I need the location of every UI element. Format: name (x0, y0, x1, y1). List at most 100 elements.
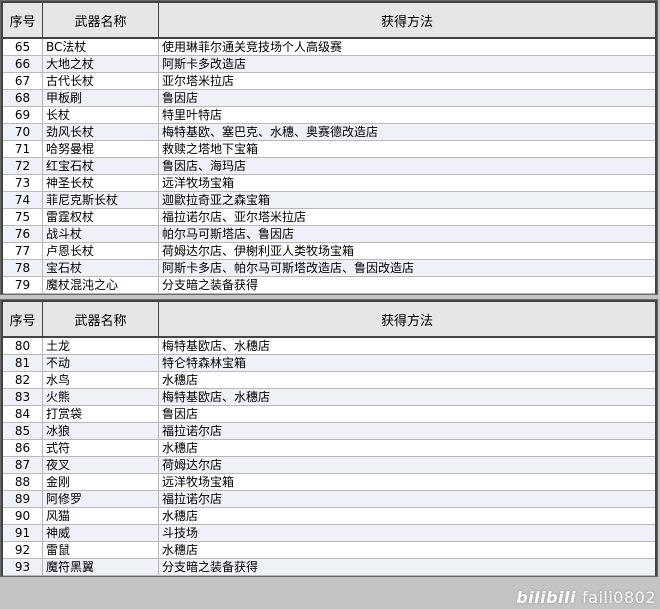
cell-name: 夜叉 (43, 457, 159, 473)
cell-name: 阿修罗 (43, 491, 159, 507)
cell-name: 土龙 (43, 338, 159, 354)
header-no: 序号 (3, 302, 43, 336)
table-row: 70 劲风长杖 梅特基欧、塞巴克、水穗、奥赛德改造店 (3, 124, 655, 141)
cell-name: 神圣长杖 (43, 175, 159, 191)
table-row: 89 阿修罗 福拉诺尔店 (3, 491, 655, 508)
cell-method: 水穗店 (162, 373, 199, 387)
cell-name: 不动 (43, 355, 159, 371)
cell-no: 65 (3, 39, 43, 55)
cell-method: 斗技场 (162, 526, 199, 540)
cell-name: 宝石杖 (43, 260, 159, 276)
header-method: 获得方法 (380, 14, 433, 30)
cell-method: 福拉诺尔店 (162, 492, 223, 506)
cell-method: 特仑特森林宝箱 (162, 356, 247, 370)
cell-no: 77 (3, 243, 43, 259)
cell-name: 雷鼠 (43, 542, 159, 558)
cell-no: 81 (3, 355, 43, 371)
table-row: 83 火熊 梅特基欧店、水穗店 (3, 389, 655, 406)
cell-name: 风猫 (43, 508, 159, 524)
cell-name: 大地之杖 (43, 56, 159, 72)
header-name: 武器名称 (43, 302, 159, 336)
table-row: 82 水鸟 水穗店 (3, 372, 655, 389)
table-row: 84 打赏袋 鲁因店 (3, 406, 655, 423)
watermark: bilibili faili0802 (516, 588, 656, 607)
table-row: 92 雷鼠 水穗店 (3, 542, 655, 559)
table-row: 90 风猫 水穗店 (3, 508, 655, 525)
cell-name: 卢恩长杖 (43, 243, 159, 259)
table-row: 68 甲板刷 鲁因店 (3, 90, 655, 107)
cell-method: 救赎之塔地下宝箱 (162, 142, 259, 156)
cell-no: 72 (3, 158, 43, 174)
cell-no: 66 (3, 56, 43, 72)
cell-no: 90 (3, 508, 43, 524)
cell-method: 阿斯卡多店、帕尔马可斯塔改造店、鲁因改造店 (162, 261, 415, 275)
cell-name: 魔杖混沌之心 (43, 277, 159, 293)
table-row: 79 魔杖混沌之心 分支暗之装备获得 (3, 277, 655, 294)
cell-method: 水穗店 (162, 543, 199, 557)
cell-name: 长杖 (43, 107, 159, 123)
table-header: 序号 武器名称 获得方法 (1, 300, 657, 338)
table-row: 74 菲尼克斯长杖 迦歐拉奇亚之森宝箱 (3, 192, 655, 209)
cell-method: 梅特基欧店、水穗店 (162, 339, 271, 353)
cell-method: 水穗店 (162, 441, 199, 455)
bilibili-logo: bilibili (516, 588, 576, 607)
table-row: 73 神圣长杖 远洋牧场宝箱 (3, 175, 655, 192)
cell-no: 88 (3, 474, 43, 490)
cell-no: 73 (3, 175, 43, 191)
cell-no: 74 (3, 192, 43, 208)
table-row: 91 神威 斗技场 (3, 525, 655, 542)
table-row: 76 战斗杖 帕尔马可斯塔店、鲁因店 (3, 226, 655, 243)
cell-name: 菲尼克斯长杖 (43, 192, 159, 208)
cell-name: 甲板刷 (43, 90, 159, 106)
cell-name: 冰狼 (43, 423, 159, 439)
table-row: 86 式符 水穗店 (3, 440, 655, 457)
cell-method: 帕尔马可斯塔店、鲁因店 (162, 227, 295, 241)
cell-method: 远洋牧场宝箱 (162, 176, 235, 190)
cell-method: 分支暗之装备获得 (162, 560, 259, 574)
table-row: 72 红宝石杖 鲁因店、海玛店 (3, 158, 655, 175)
cell-name: 火熊 (43, 389, 159, 405)
cell-no: 85 (3, 423, 43, 439)
cell-no: 76 (3, 226, 43, 242)
table-row: 69 长杖 特里叶特店 (3, 107, 655, 124)
cell-no: 82 (3, 372, 43, 388)
cell-method: 鲁因店、海玛店 (162, 159, 247, 173)
cell-method: 鲁因店 (162, 91, 199, 105)
cell-no: 78 (3, 260, 43, 276)
table-row: 66 大地之杖 阿斯卡多改造店 (3, 56, 655, 73)
table-row: 93 魔符黑翼 分支暗之装备获得 (3, 559, 655, 576)
cell-name: 金刚 (43, 474, 159, 490)
cell-method: 迦歐拉奇亚之森宝箱 (162, 193, 271, 207)
table-row: 65 BC法杖 使用琳菲尔通关竞技场个人高级赛 (3, 39, 655, 56)
cell-no: 83 (3, 389, 43, 405)
cell-no: 70 (3, 124, 43, 140)
cell-method: 特里叶特店 (162, 108, 223, 122)
header-name: 武器名称 (43, 3, 159, 37)
cell-method: 水穗店 (162, 509, 199, 523)
table-row: 71 哈努曼棍 救赎之塔地下宝箱 (3, 141, 655, 158)
cell-no: 79 (3, 277, 43, 293)
cell-method: 梅特基欧、塞巴克、水穗、奥赛德改造店 (162, 125, 379, 139)
cell-method: 阿斯卡多改造店 (162, 57, 247, 71)
cell-name: 魔符黑翼 (43, 559, 159, 575)
cell-no: 89 (3, 491, 43, 507)
cell-name: 红宝石杖 (43, 158, 159, 174)
cell-name: 水鸟 (43, 372, 159, 388)
cell-no: 69 (3, 107, 43, 123)
header-method: 获得方法 (380, 313, 433, 329)
cell-method: 鲁因店 (162, 407, 199, 421)
cell-no: 75 (3, 209, 43, 225)
cell-no: 91 (3, 525, 43, 541)
weapon-table-staffs: 序号 武器名称 获得方法 65 BC法杖 使用琳菲尔通关竞技场个人高级赛 66 大地之杖… (0, 0, 658, 295)
cell-name: 式符 (43, 440, 159, 456)
table-row: 67 古代长杖 亚尔塔米拉店 (3, 73, 655, 90)
cell-no: 92 (3, 542, 43, 558)
watermark-user: faili0802 (582, 588, 656, 607)
cell-method: 福拉诺尔店 (162, 424, 223, 438)
cell-method: 分支暗之装备获得 (162, 278, 259, 292)
cell-name: 古代长杖 (43, 73, 159, 89)
cell-no: 68 (3, 90, 43, 106)
cell-no: 87 (3, 457, 43, 473)
cell-no: 67 (3, 73, 43, 89)
cell-no: 80 (3, 338, 43, 354)
